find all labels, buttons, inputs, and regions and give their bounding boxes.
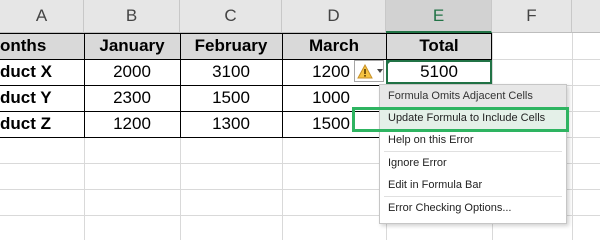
menu-item-label: Edit in Formula Bar <box>388 179 483 191</box>
column-letter: D <box>327 6 340 25</box>
menu-item-label: Error Checking Options... <box>388 202 512 214</box>
cell-text: 1500 <box>312 114 350 133</box>
menu-item-label: Help on this Error <box>388 134 474 146</box>
table-cell[interactable]: 1200 <box>282 59 354 85</box>
cell-text: onths <box>0 36 47 55</box>
column-letter: C <box>224 6 237 25</box>
column-letter: F <box>526 6 537 25</box>
spreadsheet: A B C D E F onths January February March… <box>0 0 600 240</box>
header-cell-months[interactable]: onths <box>0 33 84 59</box>
header-cell-march[interactable]: March <box>282 33 386 59</box>
active-cell-selection <box>386 60 492 84</box>
row-label-cell[interactable]: duct X <box>0 59 84 85</box>
header-cell-january[interactable]: January <box>84 33 180 59</box>
menu-item-help[interactable]: Help on this Error <box>380 129 566 151</box>
cell-text: February <box>194 36 268 55</box>
column-header-f[interactable]: F <box>492 0 572 33</box>
cell-text: 1200 <box>312 62 350 81</box>
cell-text: 1300 <box>212 114 250 133</box>
chevron-down-icon <box>377 69 383 73</box>
cell-text: 2000 <box>113 62 151 81</box>
cell-text: duct X <box>0 62 52 81</box>
menu-item-error-checking-options[interactable]: Error Checking Options... <box>380 197 566 219</box>
cell-text: 3100 <box>212 62 250 81</box>
cell-text: 1500 <box>212 88 250 107</box>
header-cell-total[interactable]: Total <box>386 33 492 59</box>
table-cell[interactable]: 1500 <box>282 111 354 137</box>
menu-title-text: Formula Omits Adjacent Cells <box>388 90 533 102</box>
header-cell-february[interactable]: February <box>180 33 282 59</box>
column-header-d[interactable]: D <box>282 0 386 33</box>
error-context-menu: Formula Omits Adjacent Cells Update Form… <box>379 84 567 224</box>
error-smart-tag-button[interactable] <box>354 60 384 82</box>
cell-text: March <box>308 36 360 55</box>
cell-text: January <box>99 36 165 55</box>
column-letter: A <box>35 6 48 25</box>
column-header-b[interactable]: B <box>84 0 180 33</box>
cell-text: 2300 <box>113 88 151 107</box>
cell-text: 1000 <box>312 88 350 107</box>
cell-text: Total <box>419 36 459 55</box>
menu-item-ignore-error[interactable]: Ignore Error <box>380 152 566 174</box>
cell-text: duct Y <box>0 88 52 107</box>
column-header-g[interactable] <box>572 0 600 33</box>
table-cell[interactable]: 1000 <box>282 85 354 111</box>
table-cell[interactable]: 1300 <box>180 111 282 137</box>
table-cell[interactable]: 1500 <box>180 85 282 111</box>
table-cell[interactable]: 1200 <box>84 111 180 137</box>
row-label-cell[interactable]: duct Z <box>0 111 84 137</box>
row-label-cell[interactable]: duct Y <box>0 85 84 111</box>
table-cell[interactable]: 2000 <box>84 59 180 85</box>
menu-title: Formula Omits Adjacent Cells <box>380 85 566 107</box>
menu-item-label: Ignore Error <box>388 157 447 169</box>
column-letter: B <box>125 6 138 25</box>
table-cell[interactable]: 3100 <box>180 59 282 85</box>
error-indicator-triangle <box>386 60 392 66</box>
cell-text: duct Z <box>0 114 51 133</box>
cell-text: 1200 <box>113 114 151 133</box>
menu-item-edit-formula-bar[interactable]: Edit in Formula Bar <box>380 174 566 196</box>
column-header-a[interactable]: A <box>0 0 84 33</box>
highlight-annotation-box <box>352 107 569 132</box>
warning-icon <box>357 63 373 78</box>
column-header-c[interactable]: C <box>180 0 282 33</box>
column-header-e[interactable]: E <box>386 0 492 33</box>
column-letter: E <box>432 5 445 25</box>
table-cell[interactable]: 2300 <box>84 85 180 111</box>
